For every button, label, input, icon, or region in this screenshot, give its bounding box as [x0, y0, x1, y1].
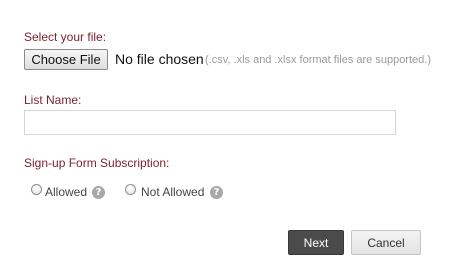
list-name-label: List Name:: [24, 93, 82, 107]
next-button[interactable]: Next: [288, 230, 344, 255]
allowed-help-icon[interactable]: ?: [92, 186, 105, 199]
not-allowed-radio-label[interactable]: Not Allowed: [141, 185, 204, 199]
subscription-label: Sign-up Form Subscription:: [24, 156, 170, 170]
choose-file-button[interactable]: Choose File: [24, 49, 108, 70]
not-allowed-help-icon[interactable]: ?: [210, 186, 223, 199]
allowed-radio[interactable]: [31, 184, 42, 195]
allowed-radio-label[interactable]: Allowed: [45, 185, 87, 199]
cancel-button[interactable]: Cancel: [351, 230, 421, 255]
select-file-label: Select your file:: [24, 30, 107, 44]
list-name-input[interactable]: [24, 110, 396, 135]
file-status-text: No file chosen: [115, 51, 204, 67]
not-allowed-radio[interactable]: [125, 184, 136, 195]
file-format-hint: (.csv, .xls and .xlsx format files are s…: [205, 54, 431, 66]
